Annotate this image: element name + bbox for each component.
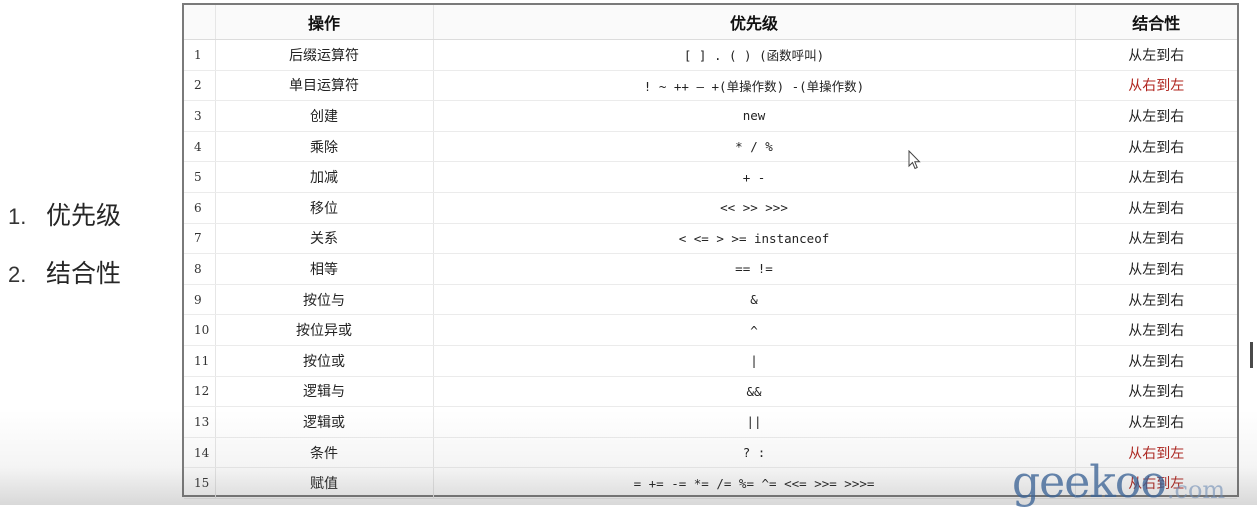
operator-list: = += -= *= /= %= ^= <<= >>= >>>= (433, 467, 1076, 499)
table-row: 11 按位或 | 从左到右 (184, 345, 1237, 377)
table-row: 6 移位 << >> >>> 从左到右 (184, 192, 1237, 224)
operator-list: == != (433, 253, 1076, 285)
table-row: 13 逻辑或 || 从左到右 (184, 406, 1237, 438)
operator-list: ? : (433, 437, 1076, 469)
row-index: 13 (184, 406, 216, 438)
operator-list: | (433, 345, 1076, 377)
bullet-number: 1. (8, 204, 27, 229)
associativity: 从右到左 (1075, 467, 1237, 499)
associativity: 从左到右 (1075, 284, 1237, 316)
header-operation: 操作 (215, 5, 434, 40)
header-index (184, 5, 216, 40)
table-row: 1 后缀运算符[ ] . ( ) (函数呼叫) 从左到右 (184, 39, 1237, 71)
table-header-row: 操作 优先级 结合性 (184, 5, 1237, 40)
mouse-pointer-icon (908, 150, 921, 170)
operation-name: 乘除 (215, 131, 434, 163)
associativity: 从左到右 (1075, 406, 1237, 438)
associativity: 从左到右 (1075, 253, 1237, 285)
associativity: 从左到右 (1075, 223, 1237, 255)
operation-name: 单目运算符 (215, 70, 434, 102)
associativity: 从右到左 (1075, 70, 1237, 102)
operation-name: 创建 (215, 100, 434, 132)
table-row: 7 关系 < <= > >= instanceof 从左到右 (184, 223, 1237, 255)
operator-list: + - (433, 161, 1076, 193)
operation-name: 条件 (215, 437, 434, 469)
table-body: 1 后缀运算符[ ] . ( ) (函数呼叫) 从左到右 2 单目运算符! ~ ++ —… (184, 39, 1237, 499)
operation-name: 赋值 (215, 467, 434, 499)
operator-list: ! ~ ++ — +(单操作数) -(单操作数) (433, 70, 1076, 102)
precedence-table: 操作 优先级 结合性 1 后缀运算符[ ] . ( ) (函数呼叫) 从左到右 2 单目… (184, 5, 1237, 499)
operation-name: 相等 (215, 253, 434, 285)
table-row: 3 创建 new 从左到右 (184, 100, 1237, 132)
table-row: 4 乘除 * / % 从左到右 (184, 131, 1237, 163)
table-row: 5 加减 + - 从左到右 (184, 161, 1237, 193)
operator-list: & (433, 284, 1076, 316)
operation-name: 按位或 (215, 345, 434, 377)
scrollbar-marker[interactable] (1250, 342, 1253, 368)
operator-list: * / % (433, 131, 1076, 163)
row-index: 2 (184, 70, 216, 102)
operation-name: 移位 (215, 192, 434, 224)
table-row: 10 按位异或 ^ 从左到右 (184, 314, 1237, 346)
operator-list: << >> >>> (433, 192, 1076, 224)
operation-name: 按位异或 (215, 314, 434, 346)
operator-list: || (433, 406, 1076, 438)
operation-name: 按位与 (215, 284, 434, 316)
row-index: 9 (184, 284, 216, 316)
table-row: 2 单目运算符! ~ ++ — +(单操作数) -(单操作数) 从右到左 (184, 70, 1237, 102)
associativity: 从左到右 (1075, 100, 1237, 132)
row-index: 12 (184, 376, 216, 408)
operation-name: 逻辑或 (215, 406, 434, 438)
operator-list: && (433, 376, 1076, 408)
table-row: 8 相等 == != 从左到右 (184, 253, 1237, 285)
header-precedence: 优先级 (433, 5, 1076, 40)
operation-name: 逻辑与 (215, 376, 434, 408)
associativity: 从左到右 (1075, 192, 1237, 224)
row-index: 1 (184, 39, 216, 71)
header-associativity: 结合性 (1075, 5, 1237, 40)
operator-list: [ ] . ( ) (函数呼叫) (433, 39, 1076, 71)
row-index: 5 (184, 161, 216, 193)
associativity: 从左到右 (1075, 161, 1237, 193)
associativity: 从左到右 (1075, 131, 1237, 163)
operation-name: 后缀运算符 (215, 39, 434, 71)
operator-list: new (433, 100, 1076, 132)
row-index: 6 (184, 192, 216, 224)
table-row: 12 逻辑与 && 从左到右 (184, 376, 1237, 408)
table-row: 15 赋值 = += -= *= /= %= ^= <<= >>= >>>= 从右到左 (184, 467, 1237, 499)
bullet-number: 2. (8, 262, 27, 287)
associativity: 从左到右 (1075, 345, 1237, 377)
operation-name: 关系 (215, 223, 434, 255)
slide-bullet-list: 1. 优先级 2. 结合性 (8, 196, 178, 312)
bullet-text: 优先级 (46, 201, 122, 230)
row-index: 7 (184, 223, 216, 255)
bullet-text: 结合性 (46, 259, 122, 288)
associativity: 从左到右 (1075, 314, 1237, 346)
associativity: 从左到右 (1075, 376, 1237, 408)
table-row: 9 按位与 & 从左到右 (184, 284, 1237, 316)
operator-list: < <= > >= instanceof (433, 223, 1076, 255)
bullet-point-2: 2. 结合性 (8, 254, 178, 312)
associativity: 从右到左 (1075, 437, 1237, 469)
row-index: 3 (184, 100, 216, 132)
row-index: 15 (184, 467, 216, 499)
row-index: 4 (184, 131, 216, 163)
row-index: 11 (184, 345, 216, 377)
operator-list: ^ (433, 314, 1076, 346)
associativity: 从左到右 (1075, 39, 1237, 71)
row-index: 10 (184, 314, 216, 346)
operation-name: 加减 (215, 161, 434, 193)
bullet-point-1: 1. 优先级 (8, 196, 178, 254)
row-index: 8 (184, 253, 216, 285)
table-row: 14 条件? : 从右到左 (184, 437, 1237, 469)
row-index: 14 (184, 437, 216, 469)
operator-precedence-table: 操作 优先级 结合性 1 后缀运算符[ ] . ( ) (函数呼叫) 从左到右 2 单目… (182, 3, 1239, 499)
